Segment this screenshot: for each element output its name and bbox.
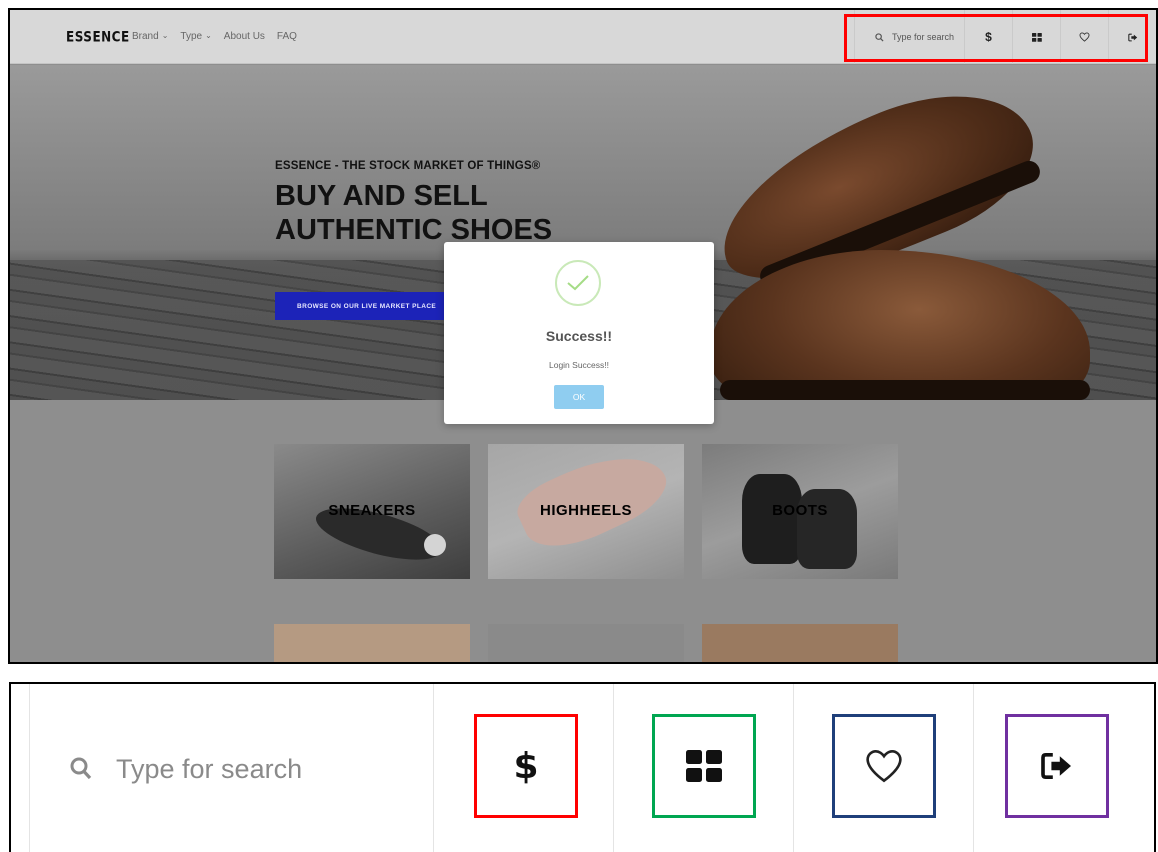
website: ESSENCE Brand ⌄ Type ⌄ About Us FAQ Type f…: [10, 10, 1156, 662]
hero-image: [720, 380, 1090, 400]
logout-button[interactable]: [1005, 714, 1109, 818]
grid-cell: [614, 684, 794, 852]
search-icon: [70, 757, 92, 780]
logout-cell: [974, 684, 1154, 852]
dollar-cell: $: [434, 684, 614, 852]
category-label: BOOTS: [772, 502, 828, 519]
dollar-button[interactable]: $: [964, 10, 1012, 64]
grid-button[interactable]: [652, 714, 756, 818]
heart-icon: [866, 749, 902, 783]
search-field[interactable]: Type for search: [854, 10, 964, 64]
nav-link-label: Type: [180, 31, 203, 42]
category-card[interactable]: [274, 624, 470, 662]
category-card-sneakers[interactable]: SNEAKERS: [274, 444, 470, 579]
category-card-boots[interactable]: BOOTS: [702, 444, 898, 579]
success-dialog: Success!! Login Success!! OK: [444, 242, 714, 424]
search-field[interactable]: Type for search: [29, 684, 434, 852]
dollar-button[interactable]: $: [474, 714, 578, 818]
dollar-icon: $: [513, 745, 539, 787]
screenshot-frame: ESSENCE Brand ⌄ Type ⌄ About Us FAQ Type f…: [8, 8, 1158, 664]
navbar: ESSENCE Brand ⌄ Type ⌄ About Us FAQ Type f…: [10, 10, 1156, 64]
nav-link-about-us[interactable]: About Us: [224, 31, 265, 42]
search-icon: [875, 32, 884, 42]
zoomed-nav-actions: Type for search $: [29, 684, 1154, 852]
nav-link-type[interactable]: Type ⌄: [180, 31, 211, 42]
category-image: [797, 489, 857, 569]
chevron-down-icon: ⌄: [205, 31, 212, 40]
hero-title: BUY AND SELL AUTHENTIC SHOES: [275, 179, 552, 247]
search-placeholder: Type for search: [892, 32, 955, 42]
hero-title-line: BUY AND SELL: [275, 180, 488, 212]
grid-button[interactable]: [1012, 10, 1060, 64]
nav-link-faq[interactable]: FAQ: [277, 31, 297, 42]
category-image: [424, 534, 446, 556]
category-label: SNEAKERS: [328, 502, 416, 519]
dialog-title: Success!!: [545, 328, 613, 344]
dialog-message: Login Success!!: [548, 360, 609, 370]
wishlist-button[interactable]: [832, 714, 936, 818]
category-card-highheels[interactable]: HIGHHEELS: [488, 444, 684, 579]
category-card[interactable]: [702, 624, 898, 662]
sign-out-icon: [1041, 752, 1071, 780]
check-icon: [555, 260, 601, 306]
category-image: [742, 474, 802, 564]
heart-icon: [1079, 32, 1090, 42]
grid-icon: [1031, 32, 1042, 42]
nav-link-brand[interactable]: Brand ⌄: [132, 31, 168, 42]
sign-out-icon: [1127, 33, 1137, 41]
category-card[interactable]: [488, 624, 684, 662]
zoom-frame: Type for search $: [9, 682, 1156, 852]
category-label: HIGHHEELS: [539, 502, 632, 519]
search-placeholder: Type for search: [116, 753, 303, 784]
hero-eyebrow: ESSENCE - THE STOCK MARKET OF THINGS®: [275, 160, 541, 172]
ok-button[interactable]: OK: [554, 385, 604, 409]
logo[interactable]: ESSENCE: [66, 29, 130, 45]
dollar-icon: $: [985, 30, 992, 44]
heart-cell: [794, 684, 974, 852]
chevron-down-icon: ⌄: [161, 31, 169, 40]
logout-button[interactable]: [1108, 10, 1156, 64]
nav-actions: Type for search $: [854, 10, 1156, 64]
wishlist-button[interactable]: [1060, 10, 1108, 64]
grid-icon: [686, 750, 722, 782]
nav-link-label: Brand: [132, 31, 159, 42]
browse-market-button[interactable]: BROWSE ON OUR LIVE MARKET PLACE: [275, 292, 453, 320]
nav-links: Brand ⌄ Type ⌄ About Us FAQ: [132, 31, 297, 42]
